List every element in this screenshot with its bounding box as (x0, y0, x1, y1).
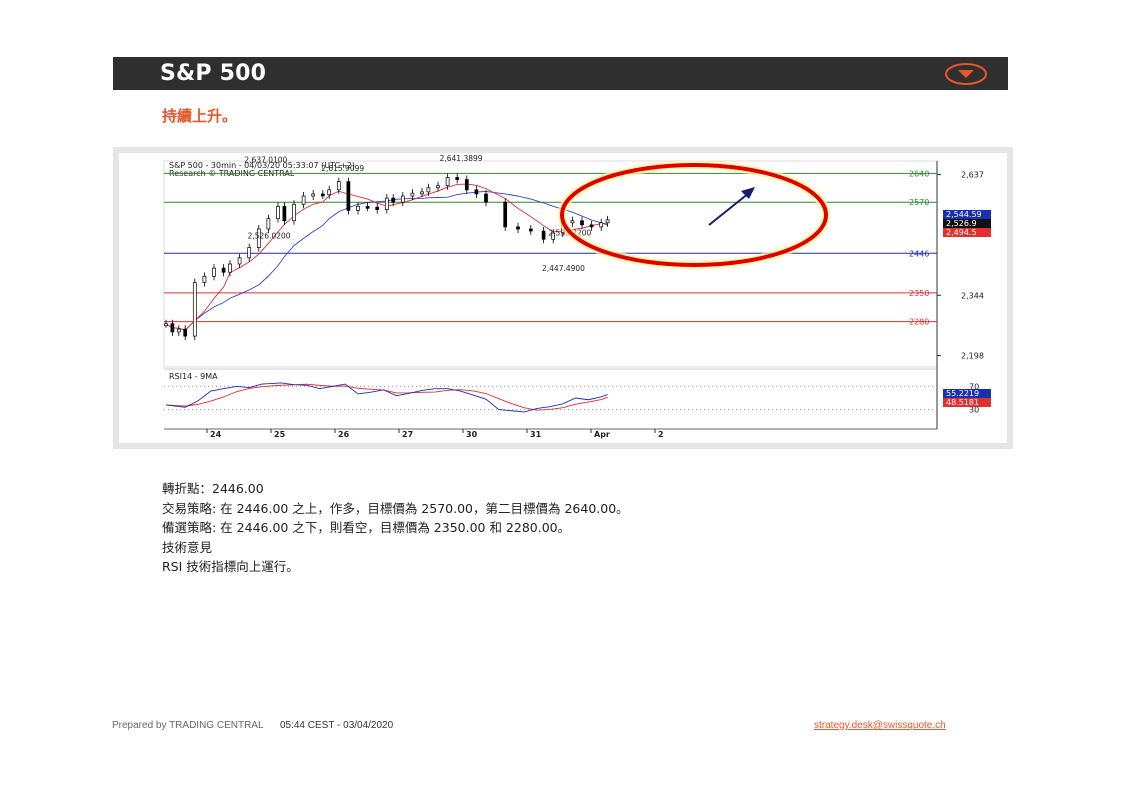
pivot-line: 轉折點：2446.00 (162, 481, 264, 496)
alternative-strategy-line: 備選策略: 在 2446.00 之下，則看空，目標價為 2350.00 和 22… (162, 520, 571, 535)
candle-body (320, 193, 325, 197)
candle-body (301, 195, 306, 205)
trading-strategy-line: 交易策略: 在 2446.00 之上，作多，目標價為 2570.00，第二目標價… (162, 500, 629, 516)
candle-body (276, 205, 280, 220)
candle-body (266, 218, 271, 230)
candle-body (528, 228, 533, 232)
candle-body (164, 323, 168, 327)
footer-prepared: Prepared by TRADING CENTRAL 05:44 CEST -… (112, 720, 393, 731)
price-annotation: 2,447.4900 (542, 264, 585, 273)
trend-arrow-line (708, 192, 750, 226)
analysis-text: 轉折點：2446.00 交易策略: 在 2446.00 之上，作多，目標價為 2… (162, 479, 629, 577)
candle-body (336, 181, 341, 191)
candle-body (356, 205, 360, 211)
rsi-comment-line: RSI 技術指標向上運行。 (162, 559, 299, 574)
price-tick-label: 2,198 (961, 351, 984, 360)
chart-svg: S&P 500 - 30min - 04/03/20 05:33:07 (UTC… (163, 154, 991, 439)
price-chart: S&P 500 - 30min - 04/03/20 05:33:07 (UTC… (119, 153, 1007, 443)
level-label-2446: 2446 (909, 249, 929, 258)
price-tick-label: 2,637 (961, 171, 984, 180)
candle-body (474, 189, 479, 195)
footer-timestamp: 05:44 CEST - 03/04/2020 (279, 720, 394, 731)
candle-body (327, 189, 332, 196)
x-tick-label: 25 (274, 430, 286, 439)
candle-body (247, 247, 252, 259)
candle-body (516, 226, 520, 230)
candle-body (541, 230, 546, 240)
candle-body (311, 193, 316, 197)
chart-frame: S&P 500 - 30min - 04/03/20 05:33:07 (UTC… (113, 147, 1013, 449)
price-annotation: 2,641.3899 (440, 154, 483, 163)
candle-body (420, 191, 424, 195)
x-tick-label: Apr (594, 430, 610, 439)
candle-body (221, 267, 226, 273)
price-badge-label: 2,544.59 (946, 210, 982, 219)
candle-body (375, 206, 380, 210)
candle-body (228, 263, 232, 273)
candle-body (170, 323, 175, 333)
price-tick-label: 2,344 (961, 291, 984, 300)
candle-body (580, 220, 584, 226)
x-tick-label: 31 (530, 430, 542, 439)
technical-opinion-heading: 技術意見 (162, 539, 213, 555)
price-annotation: 2,637.0100 (244, 156, 287, 165)
candle-body (176, 328, 181, 333)
price-annotation: 2,615.9099 (321, 164, 364, 173)
candle-body (400, 195, 405, 203)
level-label-2280: 2280 (909, 318, 929, 327)
price-annotation: 2,526.0200 (248, 231, 291, 240)
candle-body (503, 201, 508, 228)
candle-body (282, 205, 287, 222)
candle-body (410, 192, 415, 197)
candle-body (570, 220, 575, 224)
candle-body (464, 179, 469, 191)
level-label-2350: 2350 (909, 289, 929, 298)
page-title: S&P 500 (160, 61, 267, 86)
level-label-2640: 2640 (909, 169, 929, 178)
prepared-by: Prepared by TRADING CENTRAL (112, 720, 264, 731)
price-badge-label: 2,494.5 (946, 228, 977, 237)
x-tick-label: 30 (466, 430, 478, 439)
x-tick-label: 26 (338, 430, 350, 439)
rsi-ma-line (165, 383, 608, 411)
candle-body (436, 185, 440, 189)
candle-body (346, 181, 351, 211)
x-tick-label: 2 (658, 430, 664, 439)
candle-body (455, 177, 460, 180)
candle-body (589, 224, 594, 228)
candle-body (212, 267, 216, 277)
subtitle: 持續上升。 (162, 107, 238, 125)
rsi-badge-label: 55.2219 (946, 389, 979, 398)
candle-body (365, 205, 370, 209)
highlight-circle (560, 163, 828, 267)
candle-body (292, 203, 296, 222)
candle-body (202, 276, 207, 283)
candle-body (445, 177, 450, 187)
rsi-line (165, 382, 608, 413)
header-bar: S&P 500 (113, 57, 1008, 90)
candle-body (384, 197, 389, 210)
candle-body (426, 187, 431, 193)
candle-body (599, 222, 604, 228)
footer-email-link[interactable]: strategy.desk@swissquote.ch (814, 720, 946, 731)
candle-body (605, 219, 610, 224)
candle-body (183, 328, 188, 337)
chevron-down-icon[interactable] (944, 62, 988, 86)
candle-body (237, 257, 242, 265)
x-tick-label: 27 (402, 430, 413, 439)
price-badge-label: 2,526.9 (946, 219, 977, 228)
candle-body (484, 193, 488, 203)
rsi-label: RSI14 - 9MA (169, 372, 218, 381)
candle-body (391, 197, 396, 203)
candle-body (192, 282, 197, 337)
level-label-2570: 2570 (909, 198, 929, 207)
rsi-ma-badge-label: 48.5181 (946, 398, 979, 407)
x-tick-label: 24 (210, 430, 222, 439)
